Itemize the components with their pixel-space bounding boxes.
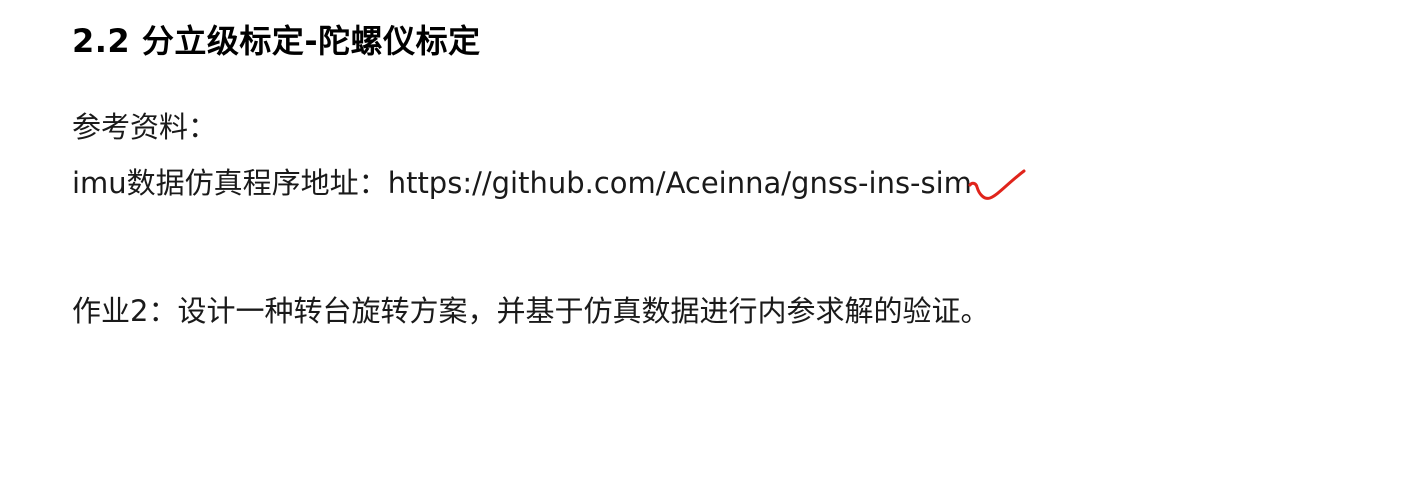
homework-text: 作业2：设计一种转台旋转方案，并基于仿真数据进行内参求解的验证。 — [72, 294, 990, 328]
slide-page: 2.2 分立级标定-陀螺仪标定 参考资料： imu数据仿真程序地址：https:… — [0, 0, 1414, 482]
handwritten-check-icon — [968, 169, 1026, 200]
sim-program-line: imu数据仿真程序地址：https://github.com/Aceinna/g… — [72, 160, 1030, 205]
github-url-link[interactable]: https://github.com/Aceinna/gnss-ins-sim — [388, 166, 972, 200]
slide-title: 2.2 分立级标定-陀螺仪标定 — [72, 22, 481, 60]
sim-program-label: imu数据仿真程序地址： — [72, 166, 388, 200]
reference-label: 参考资料： — [72, 110, 218, 144]
